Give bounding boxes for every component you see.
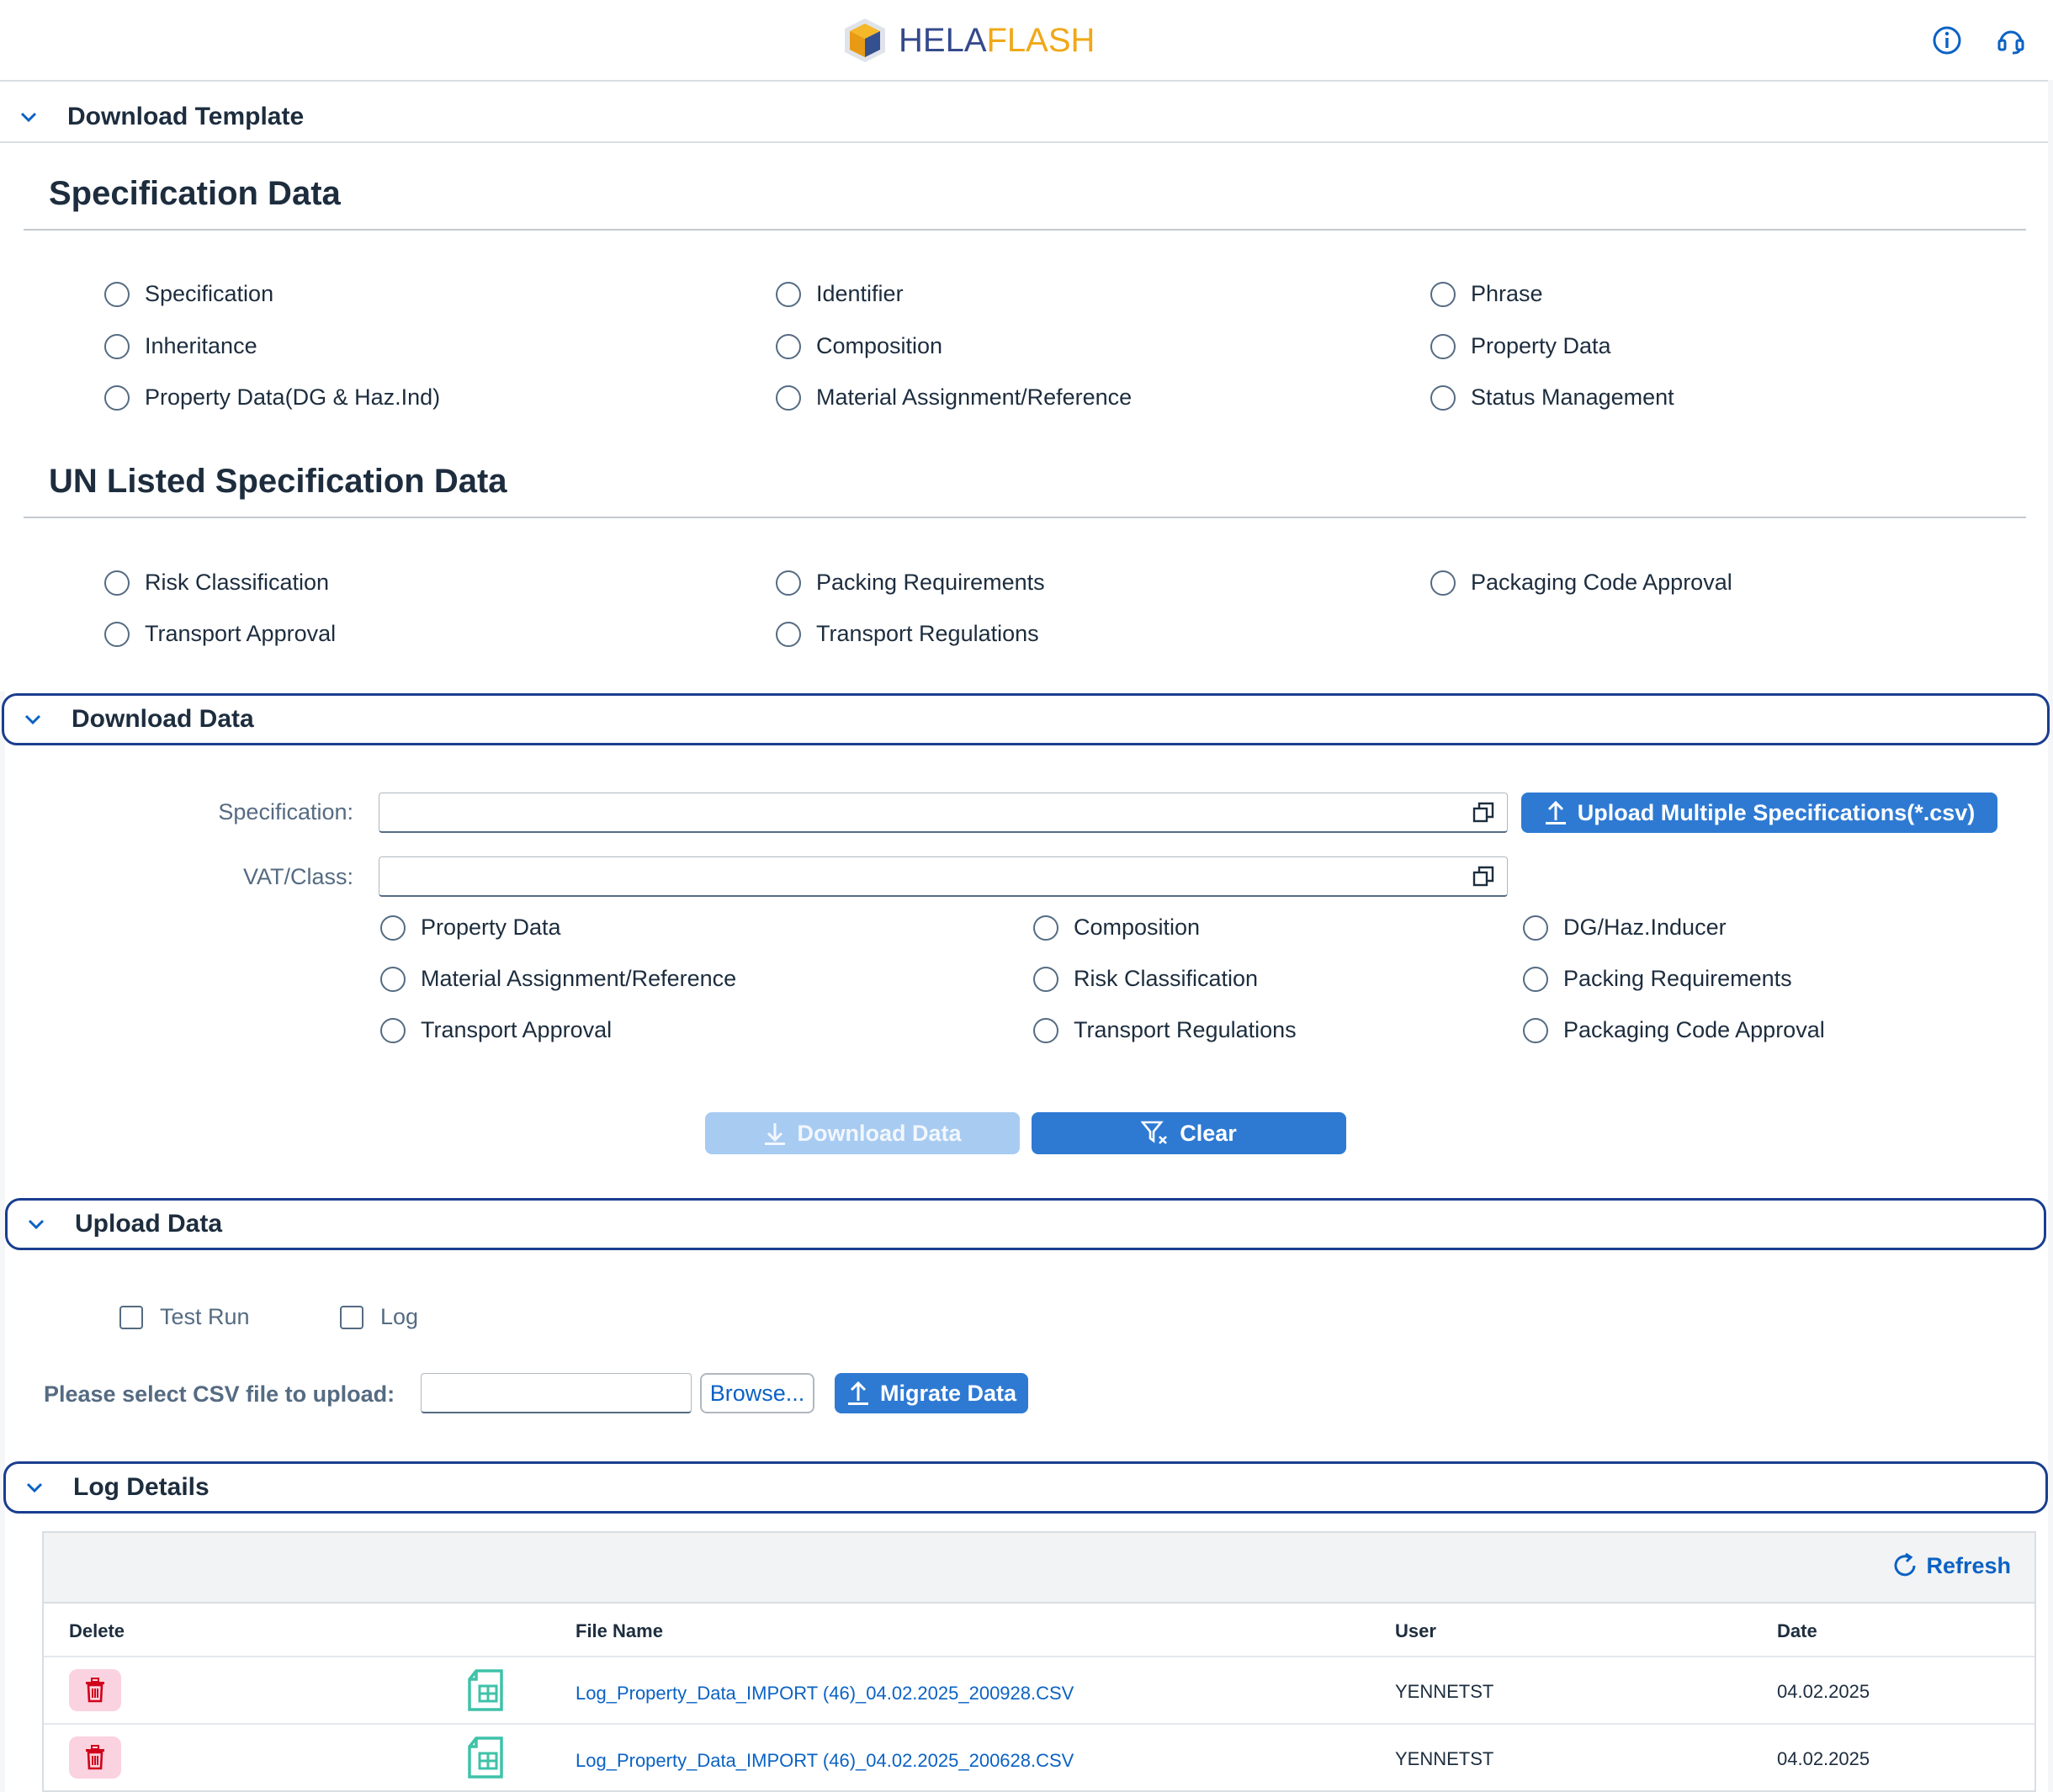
radio-dl-material-assignment[interactable]: Material Assignment/Reference bbox=[380, 966, 736, 992]
cube-logo-icon bbox=[845, 19, 885, 62]
radio-dl-packing-requirements[interactable]: Packing Requirements bbox=[1523, 966, 1792, 992]
section-download-template-header[interactable]: Download Template bbox=[0, 93, 2050, 143]
radio-dl-risk-classification[interactable]: Risk Classification bbox=[1033, 966, 1258, 992]
page-edge bbox=[2048, 80, 2053, 1792]
log-file-link[interactable]: Log_Property_Data_IMPORT (46)_04.02.2025… bbox=[576, 1683, 1074, 1705]
delete-button[interactable] bbox=[69, 1669, 121, 1711]
clear-filter-icon bbox=[1141, 1121, 1168, 1144]
log-date: 04.02.2025 bbox=[1777, 1681, 1870, 1702]
chevron-down-icon[interactable] bbox=[19, 107, 39, 127]
download-icon bbox=[765, 1123, 786, 1145]
value-help-icon[interactable] bbox=[1472, 865, 1495, 888]
divider bbox=[44, 1723, 2034, 1725]
radio-inheritance[interactable]: Inheritance bbox=[104, 333, 257, 359]
radio-packaging-code-approval[interactable]: Packaging Code Approval bbox=[1430, 570, 1732, 596]
log-user: YENNETST bbox=[1395, 1748, 1494, 1769]
section-title: Upload Data bbox=[75, 1210, 223, 1238]
trash-icon bbox=[86, 1678, 104, 1703]
section-title: Download Template bbox=[67, 103, 305, 130]
section-title: Download Data bbox=[72, 705, 254, 733]
trash-icon bbox=[86, 1745, 104, 1770]
divider bbox=[24, 517, 2026, 518]
divider bbox=[44, 1656, 2034, 1657]
section-download-data-header[interactable]: Download Data bbox=[2, 693, 2050, 745]
divider bbox=[24, 229, 2026, 231]
radio-status-management[interactable]: Status Management bbox=[1430, 384, 1674, 411]
value-help-icon[interactable] bbox=[1472, 801, 1495, 824]
migrate-data-button[interactable]: Migrate Data bbox=[835, 1373, 1028, 1413]
logo-text-flash: FLASH bbox=[986, 21, 1095, 59]
column-header-delete: Delete bbox=[69, 1620, 125, 1641]
radio-property-data[interactable]: Property Data bbox=[1430, 333, 1611, 359]
log-checkbox[interactable]: Log bbox=[340, 1304, 418, 1330]
radio-transport-approval[interactable]: Transport Approval bbox=[104, 621, 336, 647]
section-title: Log Details bbox=[73, 1473, 210, 1501]
csv-file-icon[interactable] bbox=[464, 1667, 505, 1713]
radio-risk-classification[interactable]: Risk Classification bbox=[104, 570, 329, 596]
specification-label: Specification: bbox=[218, 799, 353, 824]
column-header-date: Date bbox=[1777, 1620, 1817, 1641]
table-toolbar: Refresh bbox=[44, 1533, 2034, 1604]
upload-icon bbox=[1545, 800, 1566, 824]
radio-property-data-dg[interactable]: Property Data(DG & Haz.Ind) bbox=[104, 384, 440, 411]
radio-dl-property-data[interactable]: Property Data bbox=[380, 915, 561, 941]
spec-data-heading: Specification Data bbox=[49, 175, 341, 212]
upload-icon bbox=[847, 1381, 868, 1405]
logo-text-hela: HELA bbox=[899, 21, 987, 59]
radio-dl-packaging-code-approval[interactable]: Packaging Code Approval bbox=[1523, 1017, 1825, 1043]
app-header: HELAFLASH bbox=[0, 0, 2053, 82]
vat-class-label: VAT/Class: bbox=[242, 864, 353, 889]
radio-packing-requirements[interactable]: Packing Requirements bbox=[776, 570, 1045, 596]
radio-dl-transport-regulations[interactable]: Transport Regulations bbox=[1033, 1017, 1297, 1043]
csv-file-input[interactable] bbox=[421, 1373, 692, 1413]
download-data-button[interactable]: Download Data bbox=[705, 1112, 1020, 1154]
vat-class-input[interactable] bbox=[379, 856, 1508, 897]
csv-file-label: Please select CSV file to upload: bbox=[44, 1381, 395, 1407]
app-logo: HELAFLASH bbox=[841, 13, 1095, 67]
radio-dl-transport-approval[interactable]: Transport Approval bbox=[380, 1017, 612, 1043]
radio-dl-dg-haz-inducer[interactable]: DG/Haz.Inducer bbox=[1523, 915, 1727, 941]
refresh-button[interactable]: Refresh bbox=[1891, 1551, 2011, 1580]
radio-transport-regulations[interactable]: Transport Regulations bbox=[776, 621, 1039, 647]
upload-multiple-specifications-button[interactable]: Upload Multiple Specifications(*.csv) bbox=[1521, 793, 1997, 833]
log-table: Refresh Delete File Name User Date Log_P… bbox=[42, 1531, 2036, 1792]
chevron-down-icon[interactable] bbox=[24, 1477, 45, 1498]
un-listed-heading: UN Listed Specification Data bbox=[49, 463, 507, 500]
log-file-link[interactable]: Log_Property_Data_IMPORT (46)_04.02.2025… bbox=[576, 1750, 1074, 1772]
chevron-down-icon[interactable] bbox=[26, 1214, 46, 1234]
log-user: YENNETST bbox=[1395, 1681, 1494, 1702]
radio-dl-composition[interactable]: Composition bbox=[1033, 915, 1200, 941]
section-upload-data-header[interactable]: Upload Data bbox=[5, 1198, 2046, 1250]
radio-material-assignment[interactable]: Material Assignment/Reference bbox=[776, 384, 1132, 411]
log-date: 04.02.2025 bbox=[1777, 1748, 1870, 1769]
headset-icon[interactable] bbox=[1996, 25, 2026, 56]
radio-composition[interactable]: Composition bbox=[776, 333, 942, 359]
clear-button[interactable]: Clear bbox=[1032, 1112, 1346, 1154]
radio-phrase[interactable]: Phrase bbox=[1430, 281, 1543, 307]
test-run-checkbox[interactable]: Test Run bbox=[119, 1304, 250, 1330]
delete-button[interactable] bbox=[69, 1736, 121, 1779]
specification-input[interactable] bbox=[379, 793, 1508, 833]
info-icon[interactable] bbox=[1932, 25, 1962, 56]
page-edge bbox=[0, 692, 5, 1792]
browse-button[interactable]: Browse... bbox=[700, 1373, 814, 1413]
column-header-file-name: File Name bbox=[576, 1620, 663, 1641]
section-log-details-header[interactable]: Log Details bbox=[3, 1461, 2048, 1514]
column-header-user: User bbox=[1395, 1620, 1436, 1641]
csv-file-icon[interactable] bbox=[464, 1735, 505, 1780]
chevron-down-icon[interactable] bbox=[23, 709, 43, 729]
radio-identifier[interactable]: Identifier bbox=[776, 281, 904, 307]
radio-specification[interactable]: Specification bbox=[104, 281, 273, 307]
refresh-icon bbox=[1894, 1552, 1916, 1577]
